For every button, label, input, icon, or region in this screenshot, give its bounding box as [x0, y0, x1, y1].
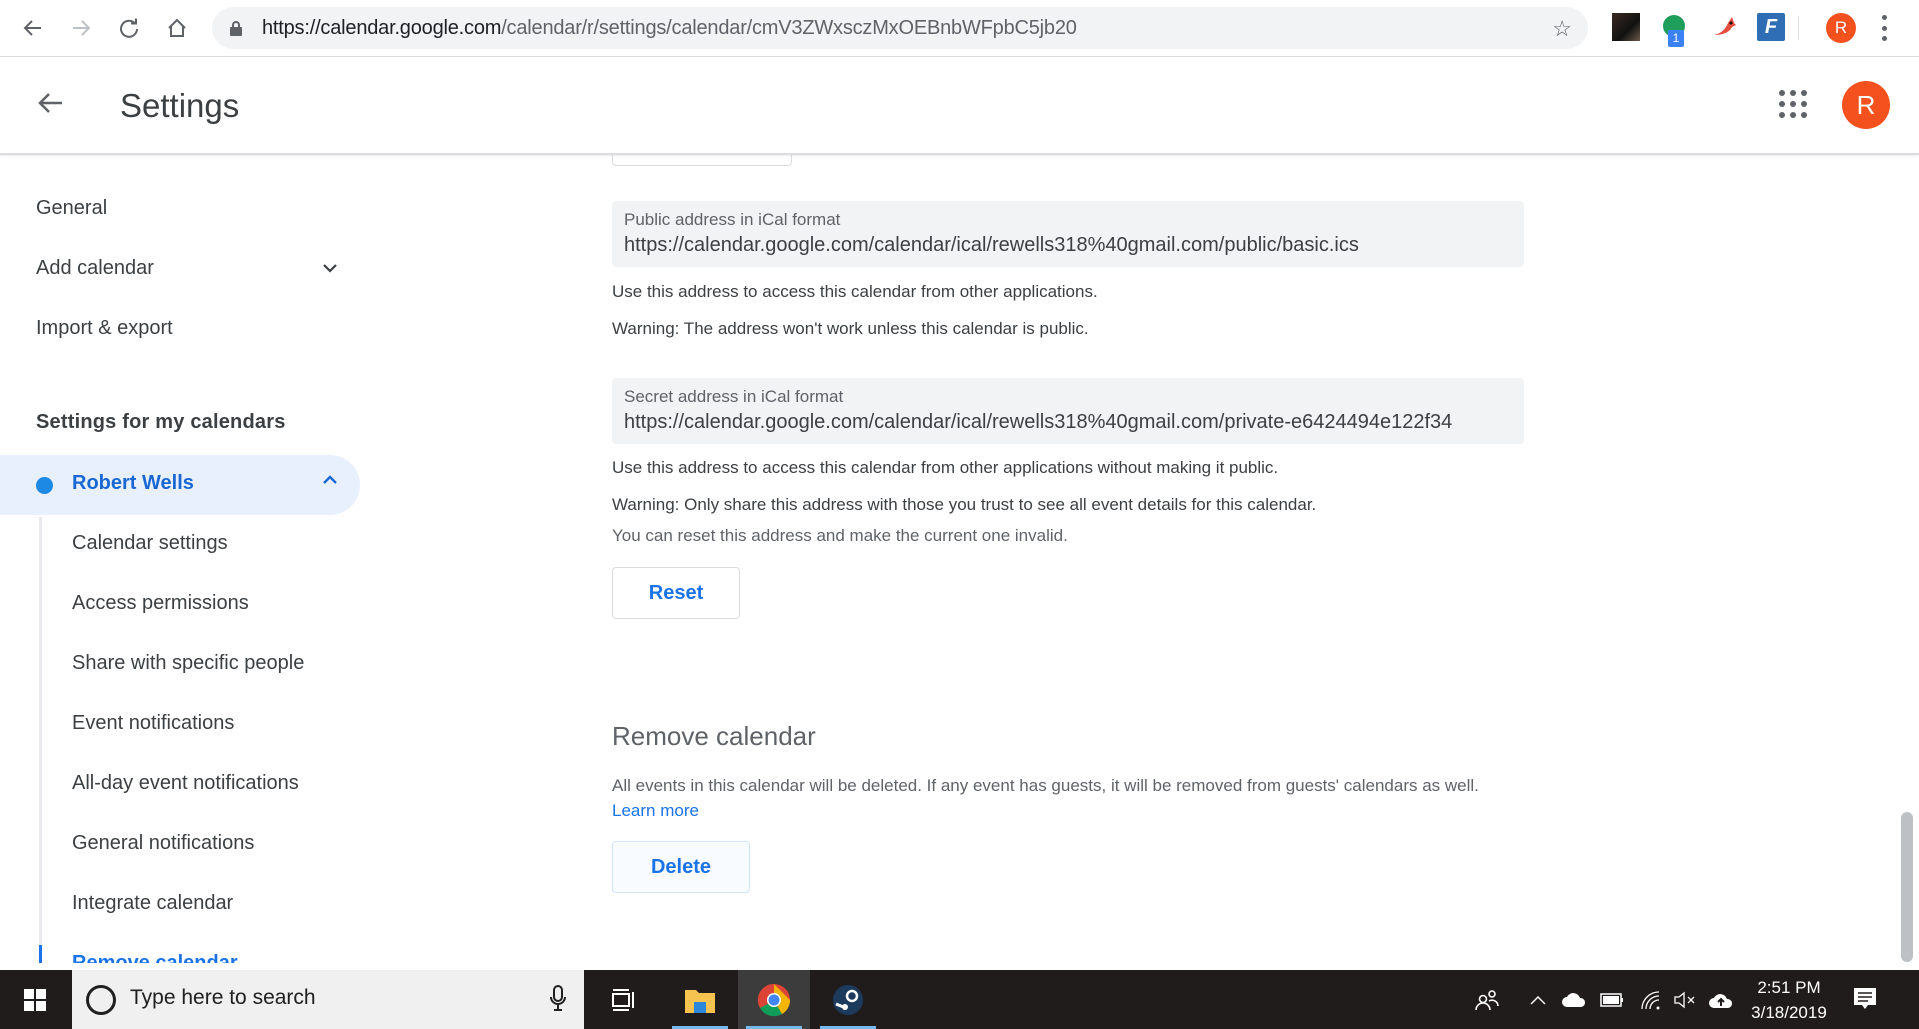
arrow-back-icon	[38, 93, 62, 113]
volume-tray[interactable]	[1670, 970, 1700, 1029]
remove-calendar-title: Remove calendar	[612, 721, 816, 751]
secret-ical-reset-note: You can reset this address and make the …	[612, 526, 1068, 545]
learn-more-link[interactable]: Learn more	[612, 801, 699, 820]
home-icon	[168, 18, 186, 37]
public-ical-help: Use this address to access this calendar…	[612, 282, 1098, 301]
secret-ical-warning: Warning: Only share this address with th…	[612, 495, 1317, 514]
sidebar-sub-calendar-settings[interactable]: Calendar settings	[72, 532, 228, 555]
sidebar-calendar-robert-wells[interactable]: Robert Wells	[0, 455, 360, 515]
partial-button[interactable]	[612, 155, 792, 166]
submenu-rail	[39, 517, 42, 963]
task-view-icon	[612, 988, 634, 1011]
reload-button[interactable]	[113, 12, 145, 44]
secret-ical-help: Use this address to access this calendar…	[612, 458, 1279, 477]
secret-ical-field[interactable]: Secret address in iCal format https://ca…	[612, 378, 1524, 444]
people-button[interactable]	[1472, 970, 1502, 1029]
taskbar-search-placeholder: Type here to search	[130, 986, 316, 1009]
taskbar-search-box[interactable]: Type here to search	[72, 970, 584, 1029]
url-text: https://calendar.google.com/calendar/r/s…	[262, 17, 1077, 39]
sidebar-sub-general-notifications[interactable]: General notifications	[72, 832, 254, 855]
calendar-color-dot	[36, 477, 53, 494]
public-ical-value[interactable]: https://calendar.google.com/calendar/ica…	[624, 234, 1514, 257]
action-center-icon[interactable]	[1853, 987, 1877, 1011]
public-ical-field[interactable]: Public address in iCal format https://ca…	[612, 201, 1524, 267]
account-avatar[interactable]: R	[1842, 81, 1890, 129]
battery-icon	[1600, 992, 1623, 1007]
google-apps-icon[interactable]	[1779, 90, 1807, 118]
taskbar-clock[interactable]: 2:51 PM 3/18/2019	[1744, 975, 1834, 1025]
public-ical-warning: Warning: The address won't work unless t…	[612, 319, 1089, 338]
public-ical-label: Public address in iCal format	[624, 210, 841, 229]
settings-sidebar: General Add calendar Import & export Set…	[0, 155, 380, 963]
chevron-down-icon[interactable]	[322, 263, 338, 273]
sidebar-sub-event-notifications[interactable]: Event notifications	[72, 712, 234, 735]
chrome-icon	[757, 983, 791, 1016]
sidebar-sub-remove-calendar[interactable]: Remove calendar	[72, 952, 238, 963]
calendar-name: Robert Wells	[72, 472, 194, 494]
sidebar-item-import-export[interactable]: Import & export	[36, 317, 173, 340]
settings-back-button[interactable]	[36, 91, 72, 121]
app-header: Settings R	[0, 57, 1919, 155]
browser-menu-icon[interactable]	[1880, 15, 1888, 41]
chevron-up-icon	[1530, 995, 1546, 1005]
extension-photo-icon[interactable]	[1612, 13, 1640, 41]
chevron-up-icon[interactable]	[322, 475, 338, 485]
upload-tray[interactable]	[1706, 970, 1736, 1029]
show-hidden-icons-button[interactable]	[1525, 970, 1551, 1029]
home-button[interactable]	[161, 12, 193, 44]
clock-time: 2:51 PM	[1757, 978, 1821, 997]
remove-description-text: All events in this calendar will be dele…	[612, 776, 1479, 795]
clock-date: 3/18/2019	[1751, 1003, 1827, 1022]
settings-main-content: Public address in iCal format https://ca…	[600, 155, 1850, 963]
toolbar-separator	[1798, 16, 1799, 40]
secret-ical-label: Secret address in iCal format	[624, 387, 844, 406]
sidebar-sub-integrate-calendar[interactable]: Integrate calendar	[72, 892, 233, 915]
people-icon	[1475, 989, 1499, 1010]
steam-icon	[833, 984, 863, 1015]
wifi-tray[interactable]	[1636, 970, 1666, 1029]
windows-logo-icon	[24, 988, 46, 1011]
sidebar-sub-all-day-notifications[interactable]: All-day event notifications	[72, 772, 299, 795]
browser-back-button[interactable]	[17, 12, 49, 44]
browser-forward-button[interactable]	[65, 12, 97, 44]
cortana-icon	[86, 985, 116, 1015]
secret-ical-value[interactable]: https://calendar.google.com/calendar/ica…	[624, 411, 1514, 434]
section-heading-my-calendars: Settings for my calendars	[36, 411, 286, 433]
arrow-right-icon	[73, 20, 91, 36]
onedrive-cloud-icon	[1562, 992, 1586, 1007]
page-title: Settings	[120, 87, 240, 124]
taskbar-file-explorer[interactable]	[664, 970, 736, 1029]
cloud-upload-icon	[1709, 993, 1733, 1008]
reset-button[interactable]: Reset	[612, 567, 740, 619]
reload-icon	[120, 18, 138, 38]
microphone-icon[interactable]	[550, 984, 566, 1012]
browser-toolbar: https://calendar.google.com/calendar/r/s…	[0, 0, 1919, 57]
taskbar-steam[interactable]	[812, 970, 884, 1029]
battery-tray[interactable]	[1597, 970, 1627, 1029]
lock-icon	[230, 21, 242, 36]
sidebar-item-general[interactable]: General	[36, 197, 107, 220]
onedrive-tray[interactable]	[1559, 970, 1589, 1029]
submenu-active-indicator	[39, 945, 42, 963]
extension-badge: 1	[1668, 30, 1684, 47]
bookmark-star-icon[interactable]: ☆	[1552, 16, 1572, 42]
sidebar-sub-share-with-people[interactable]: Share with specific people	[72, 652, 304, 675]
arrow-left-icon	[23, 20, 41, 36]
sidebar-sub-access-permissions[interactable]: Access permissions	[72, 592, 249, 615]
wifi-icon	[1641, 990, 1660, 1009]
extension-cardinal-icon[interactable]	[1710, 13, 1738, 41]
volume-muted-icon	[1674, 991, 1695, 1008]
address-bar[interactable]: https://calendar.google.com/calendar/r/s…	[212, 7, 1588, 49]
page-scrollbar-thumb[interactable]	[1901, 812, 1913, 962]
extension-f-icon[interactable]: F	[1757, 13, 1785, 41]
delete-button[interactable]: Delete	[612, 841, 750, 893]
taskbar-chrome[interactable]	[738, 970, 810, 1029]
folder-icon	[685, 989, 715, 1013]
task-view-button[interactable]	[588, 970, 660, 1029]
browser-profile-avatar[interactable]: R	[1826, 13, 1856, 43]
windows-taskbar: Type here to search 2:51 PM 3/18/2019	[0, 970, 1919, 1029]
start-button[interactable]	[0, 970, 70, 1029]
remove-calendar-description: All events in this calendar will be dele…	[612, 773, 1512, 823]
sidebar-item-add-calendar[interactable]: Add calendar	[36, 257, 154, 280]
